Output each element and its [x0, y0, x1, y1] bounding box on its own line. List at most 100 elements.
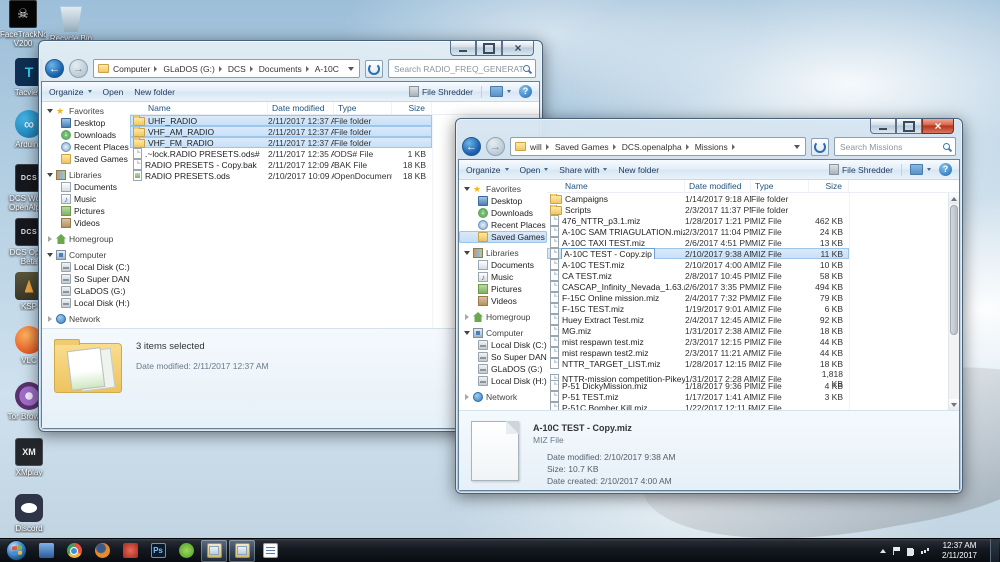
breadcrumb[interactable]: Computer GLaDOS (G:) DCS Documents A-10C… [93, 59, 360, 78]
nav-item[interactable]: Pictures [459, 283, 547, 295]
volume-icon[interactable] [907, 547, 915, 556]
breadcrumb[interactable]: will Saved Games DCS.openalpha Missions [510, 137, 806, 156]
address-dropdown-icon[interactable] [789, 145, 805, 149]
new-folder-button[interactable]: New folder [134, 87, 175, 97]
new-folder-button[interactable]: New folder [618, 165, 659, 175]
file-row[interactable]: mist respawn test2.miz 2/3/2017 11:21 AM… [547, 347, 849, 358]
column-header-type[interactable]: Type [334, 102, 392, 114]
nav-item[interactable]: Local Disk (C:) [459, 339, 547, 351]
maximize-button[interactable] [896, 119, 922, 134]
organize-menu[interactable]: Organize [466, 165, 509, 175]
file-row[interactable]: F-15C Online mission.miz 2/4/2017 7:32 P… [547, 292, 849, 303]
file-row[interactable]: P-51 DickyMission.miz 1/18/2017 9:36 PM … [547, 380, 849, 391]
column-header-type[interactable]: Type [751, 180, 809, 192]
nav-item[interactable]: Computer [42, 249, 130, 261]
file-row[interactable]: A-10C TEST - Copy.zip 2/10/2017 9:38 AM … [547, 248, 849, 259]
taskbar-clock[interactable]: 12:37 AM 2/11/2017 [935, 541, 984, 561]
forward-button[interactable] [69, 59, 88, 78]
nav-item[interactable]: Favorites [459, 183, 547, 195]
close-button[interactable] [502, 41, 534, 56]
column-header-name[interactable]: Name [130, 102, 268, 114]
breadcrumb-segment[interactable]: DCS [227, 64, 258, 74]
breadcrumb-segment[interactable]: DCS.openalpha [621, 142, 694, 152]
expander-icon[interactable] [463, 331, 470, 335]
back-button[interactable] [45, 59, 64, 78]
nav-item[interactable]: Local Disk (C:) [42, 261, 130, 273]
file-row[interactable]: .~lock.RADIO PRESETS.ods# 2/11/2017 12:3… [130, 148, 432, 159]
column-header-name[interactable]: Name [547, 180, 685, 192]
action-center-icon[interactable] [893, 546, 901, 555]
share-with-menu[interactable]: Share with [559, 165, 607, 175]
nav-item[interactable]: Local Disk (H:) [459, 375, 547, 387]
file-row[interactable]: VHF_AM_RADIO 2/11/2017 12:37 AM File fol… [130, 126, 432, 137]
minimize-button[interactable] [870, 119, 896, 134]
file-row[interactable]: VHF_FM_RADIO 2/11/2017 12:37 AM File fol… [130, 137, 432, 148]
nav-item[interactable]: Pictures [42, 205, 130, 217]
nav-item[interactable]: Documents [459, 259, 547, 271]
nav-item[interactable]: Homegroup [459, 311, 547, 323]
nav-item[interactable]: Network [459, 391, 547, 403]
file-row[interactable]: A-10C SAM TRIAGULATION.miz 2/3/2017 11:0… [547, 226, 849, 237]
file-row[interactable]: CA TEST.miz 2/8/2017 10:45 PM MIZ File 5… [547, 270, 849, 281]
nav-item[interactable]: Homegroup [42, 233, 130, 245]
scroll-up-icon[interactable] [949, 193, 959, 204]
file-row[interactable]: CASCAP_Infinity_Nevada_1.63.miz 2/6/2017… [547, 281, 849, 292]
change-view-button[interactable] [490, 86, 511, 97]
nav-item[interactable]: Music [42, 193, 130, 205]
nav-item[interactable]: So Super DANK ( [42, 273, 130, 285]
breadcrumb-segment[interactable]: will [529, 142, 554, 152]
nav-item[interactable]: Downloads [459, 207, 547, 219]
expander-icon[interactable] [463, 394, 470, 400]
breadcrumb-segment[interactable]: Documents [258, 64, 314, 74]
expander-icon[interactable] [46, 316, 53, 322]
expander-icon[interactable] [46, 236, 53, 242]
breadcrumb-segment[interactable]: Missions [694, 142, 740, 152]
breadcrumb-segment[interactable]: A-10C [314, 64, 343, 74]
desktop-icon[interactable]: Recycle Bin [48, 4, 94, 43]
start-button[interactable] [6, 540, 27, 561]
nav-item[interactable]: Music [459, 271, 547, 283]
taskbar-app-button[interactable] [33, 540, 59, 562]
breadcrumb-segment[interactable]: GLaDOS (G:) [162, 64, 226, 74]
taskbar-app-button[interactable]: Ps [145, 540, 171, 562]
change-view-button[interactable] [910, 164, 931, 175]
search-input[interactable]: Search Missions [834, 137, 956, 156]
nav-item[interactable]: GLaDOS (G:) [459, 363, 547, 375]
maximize-button[interactable] [476, 41, 502, 56]
file-shredder-button[interactable]: File Shredder [829, 164, 893, 175]
taskbar-app-button[interactable] [89, 540, 115, 562]
nav-item[interactable]: Saved Games [459, 231, 547, 243]
file-row[interactable]: Scripts 2/3/2017 11:37 PM File folder [547, 204, 849, 215]
scroll-thumb[interactable] [950, 205, 958, 335]
nav-item[interactable]: Videos [459, 295, 547, 307]
expander-icon[interactable] [463, 314, 470, 320]
breadcrumb-segment[interactable]: Computer [112, 64, 162, 74]
scroll-down-icon[interactable] [949, 399, 959, 410]
expander-icon[interactable] [46, 253, 53, 257]
organize-menu[interactable]: Organize [49, 87, 92, 97]
show-desktop-button[interactable] [990, 538, 999, 562]
show-hidden-icons-button[interactable] [879, 547, 887, 555]
column-header-size[interactable]: Size [392, 102, 432, 114]
file-row[interactable]: 476_NTTR_p3.1.miz 1/28/2017 1:21 PM MIZ … [547, 215, 849, 226]
nav-item[interactable]: Downloads [42, 129, 130, 141]
taskbar-app-button[interactable] [257, 540, 283, 562]
nav-item[interactable]: Saved Games [42, 153, 130, 165]
refresh-button[interactable] [811, 137, 829, 156]
nav-item[interactable]: Local Disk (H:) [42, 297, 130, 309]
column-header-date-modified[interactable]: Date modified [268, 102, 334, 114]
open-button[interactable]: Open [103, 87, 124, 97]
expander-icon[interactable] [463, 251, 470, 255]
open-menu[interactable]: Open [520, 165, 549, 175]
file-shredder-button[interactable]: File Shredder [409, 86, 473, 97]
column-header-size[interactable]: Size [809, 180, 849, 192]
file-row[interactable]: P-51 TEST.miz 1/17/2017 1:41 AM MIZ File… [547, 391, 849, 402]
file-row[interactable]: Huey Extract Test.miz 2/4/2017 12:45 AM … [547, 314, 849, 325]
nav-item[interactable]: Libraries [42, 169, 130, 181]
desktop-icon[interactable]: Discord [6, 494, 52, 533]
nav-item[interactable]: Videos [42, 217, 130, 229]
network-icon[interactable] [921, 547, 929, 555]
help-button[interactable] [939, 163, 952, 176]
address-dropdown-icon[interactable] [343, 67, 359, 71]
desktop-icon[interactable]: XMplay [6, 438, 52, 477]
